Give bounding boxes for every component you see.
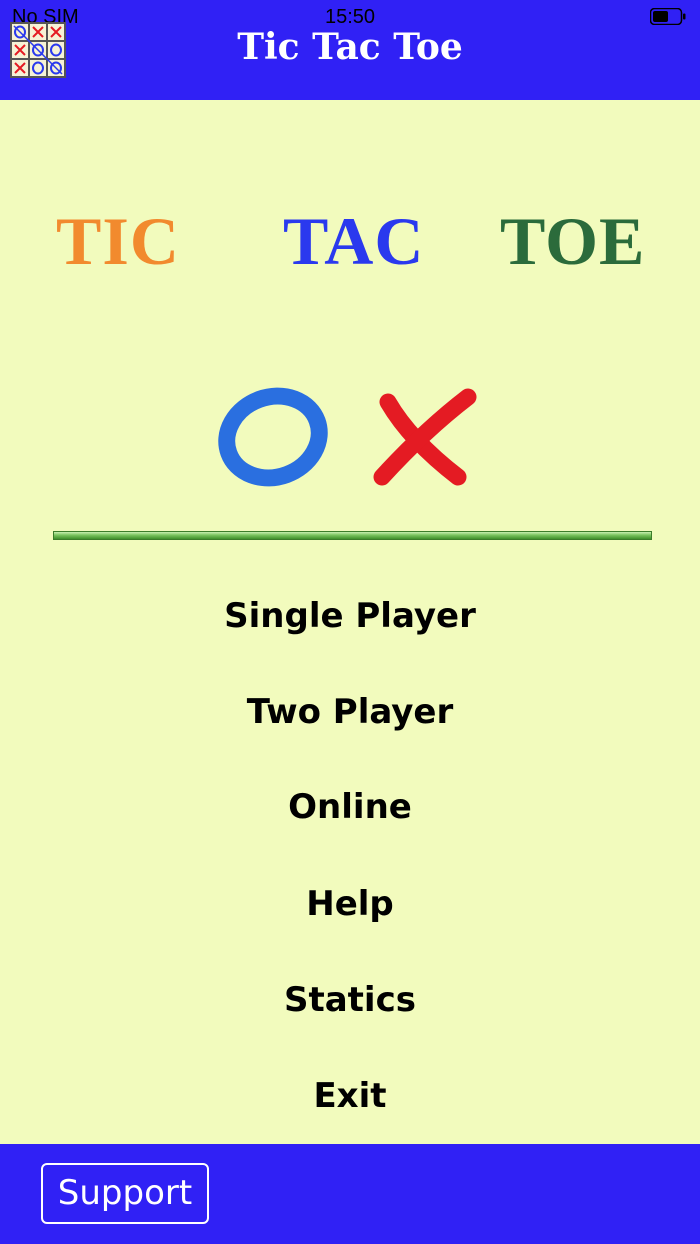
top-navigation-bar: No SIM 15:50 Tic Tac Toe <box>0 0 700 100</box>
logo-word-tac: TAC <box>283 203 425 279</box>
online-button[interactable]: Online <box>0 787 700 827</box>
single-player-button[interactable]: Single Player <box>0 596 700 636</box>
statics-button[interactable]: Statics <box>0 980 700 1020</box>
battery-icon <box>650 8 686 25</box>
help-button[interactable]: Help <box>0 884 700 924</box>
app-title: Tic Tac Toe <box>237 26 463 68</box>
divider-line <box>53 531 652 540</box>
two-player-button[interactable]: Two Player <box>0 692 700 732</box>
logo-word-toe: TOE <box>500 203 646 279</box>
x-symbol-icon <box>373 388 477 486</box>
exit-button[interactable]: Exit <box>0 1076 700 1116</box>
support-button[interactable]: Support <box>41 1163 209 1224</box>
o-x-logo-graphic <box>218 387 477 487</box>
o-symbol-icon <box>218 387 328 487</box>
logo-word-tic: TIC <box>56 203 180 279</box>
